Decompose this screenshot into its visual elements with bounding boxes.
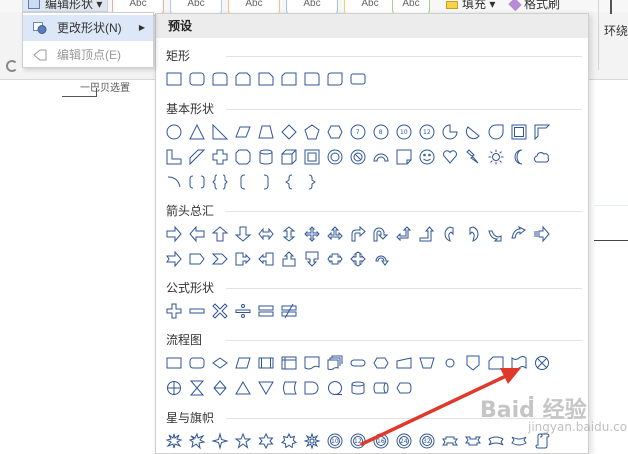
annotation-arrow-icon <box>360 368 521 446</box>
baidu-jingyan-watermark: Baiḋ 经验 jingyan.baidu.com <box>480 392 628 434</box>
watermark-sub: jingyan.baidu.com <box>528 420 628 434</box>
